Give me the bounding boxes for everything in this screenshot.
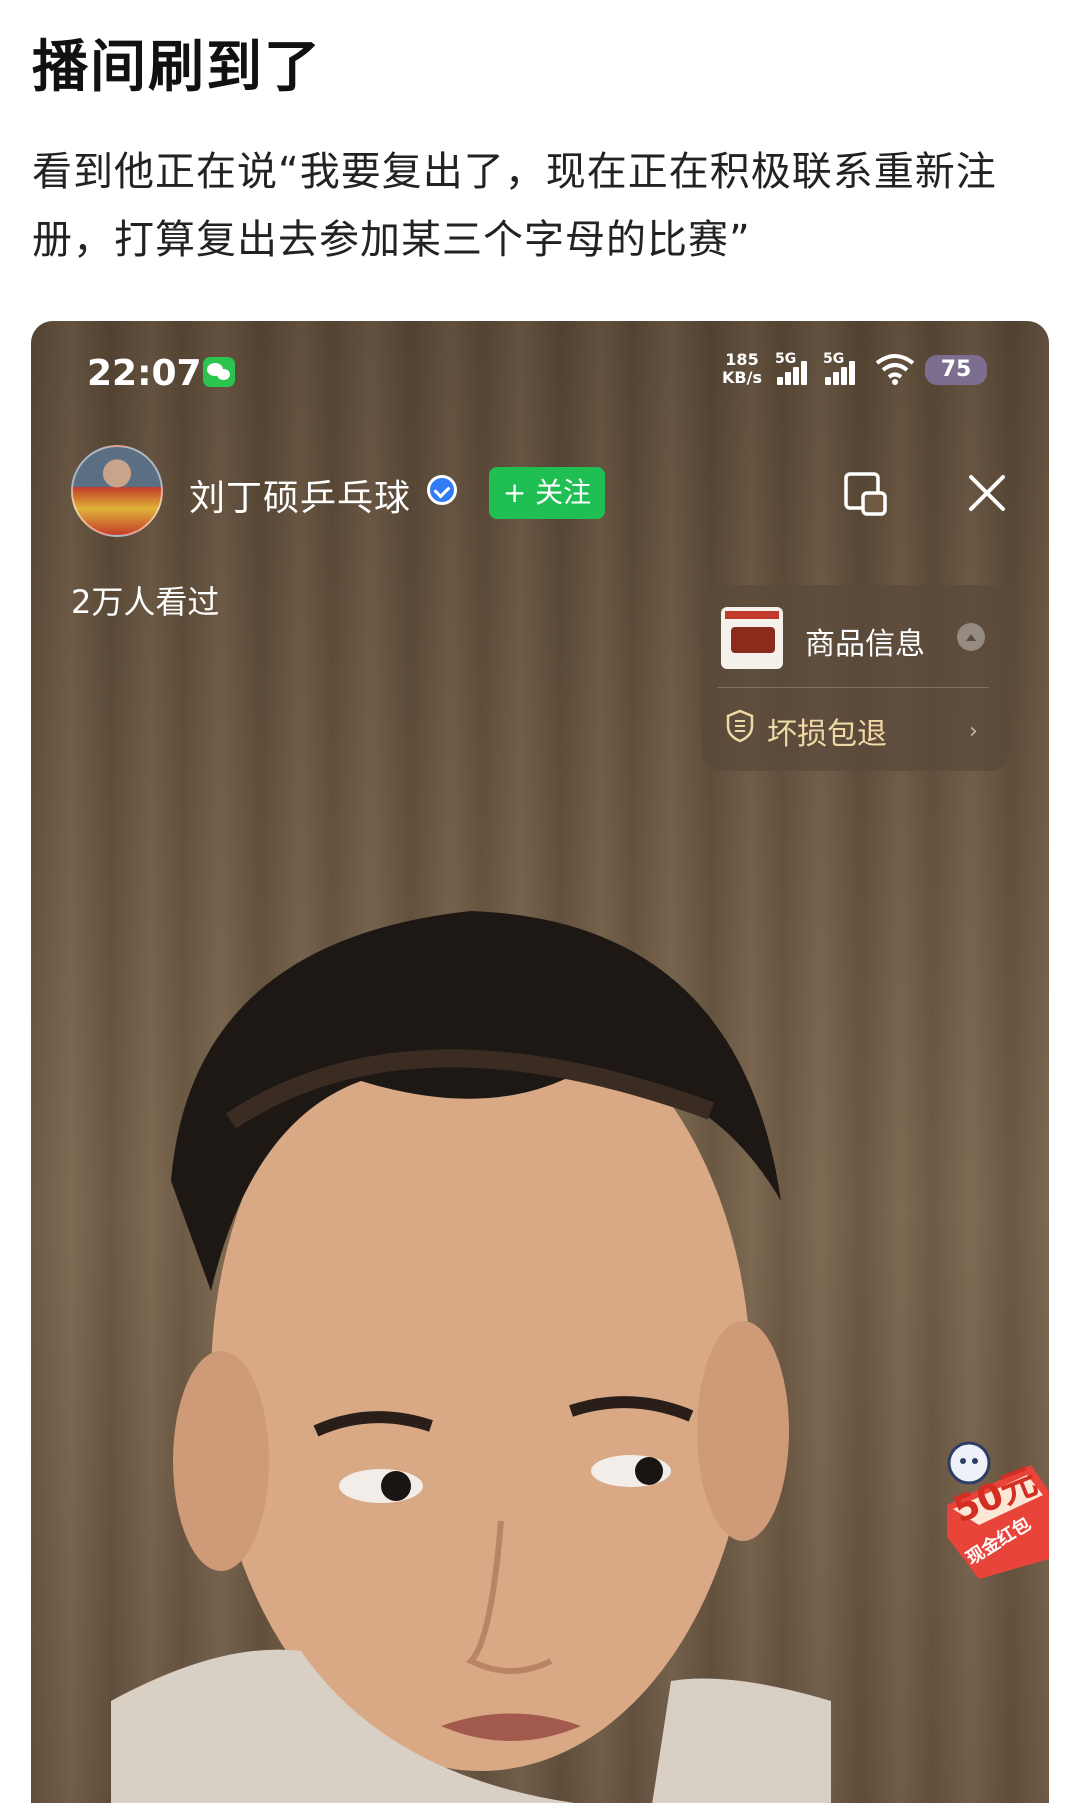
signal-type-label: 5G [823,351,845,367]
status-time: 22:07 [87,353,202,394]
divider [717,687,989,688]
signal-icon: 5G [823,351,863,385]
viewer-count: 2万人看过 [71,583,220,621]
product-info-label[interactable]: 商品信息 [805,619,925,663]
battery-indicator: 75 [925,355,987,385]
red-packet-widget[interactable]: 50元 现金红包 [939,1429,1049,1579]
product-card[interactable]: 商品信息 坏损包退 › [701,585,1009,771]
picture-in-picture-icon[interactable] [843,471,889,517]
network-speed-value: 185 [725,350,759,369]
streamer-avatar[interactable] [71,445,163,537]
damage-refund-label[interactable]: 坏损包退 [767,709,887,753]
live-stream-screenshot: 22:07 185 KB/s 5G 5G 75 刘丁硕乒乓球 + 关注 2万人看… [31,321,1049,1803]
collapse-icon[interactable] [957,623,985,651]
wifi-icon [875,354,915,385]
streamer-name[interactable]: 刘丁硕乒乓球 [189,469,411,521]
product-thumbnail[interactable] [721,607,783,669]
close-icon[interactable] [965,471,1009,515]
network-speed: 185 KB/s [719,351,765,387]
follow-button[interactable]: + 关注 [489,467,605,519]
network-speed-unit: KB/s [722,368,762,387]
post-title: 播间刷到了 [32,35,322,100]
verified-icon [427,475,457,505]
signal-icon: 5G [775,351,815,385]
chevron-right-icon[interactable]: › [969,719,978,744]
post-body: 看到他正在说“我要复出了，现在正在积极联系重新注册，打算复出去参加某三个字母的比… [32,149,997,263]
shield-icon [726,709,754,743]
streamer-video [111,911,831,1803]
wechat-icon [203,357,235,387]
status-bar: 22:07 185 KB/s 5G 5G 75 [31,321,1049,421]
signal-type-label: 5G [775,351,797,367]
